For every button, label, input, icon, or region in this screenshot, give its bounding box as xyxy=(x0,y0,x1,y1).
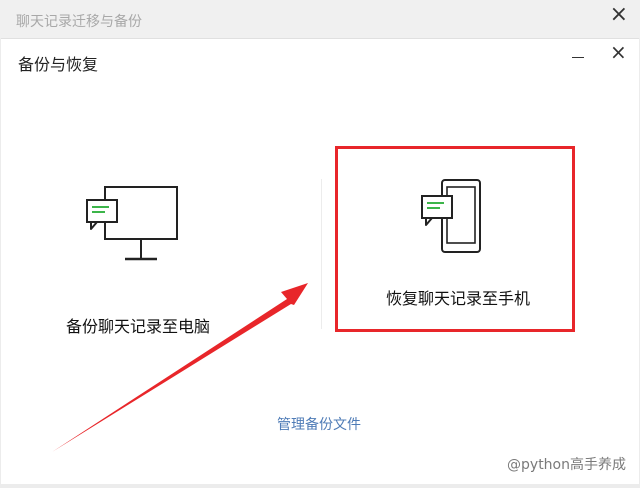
dialog-title: 备份与恢复 xyxy=(18,55,99,74)
restore-to-phone-option[interactable]: 恢复聊天记录至手机 xyxy=(335,146,575,332)
backup-to-pc-label: 备份聊天记录至电脑 xyxy=(66,317,211,336)
manage-backup-files-link[interactable]: 管理备份文件 xyxy=(277,414,361,434)
restore-to-phone-label: 恢复聊天记录至手机 xyxy=(386,289,531,308)
minimize-button[interactable] xyxy=(566,47,590,69)
outer-titlebar: 聊天记录迁移与备份 × xyxy=(0,0,640,38)
outer-close-icon[interactable]: × xyxy=(610,4,628,26)
window-title: 聊天记录迁移与备份 xyxy=(16,14,142,30)
option-divider xyxy=(321,179,322,329)
backup-restore-dialog: 备份与恢复 × 备份聊天记录至电脑 恢复聊天记录至手机 管理备份文件 xyxy=(1,38,639,484)
minimize-icon xyxy=(572,57,584,58)
backup-to-pc-option[interactable]: 备份聊天记录至电脑 xyxy=(41,159,291,359)
watermark: @python高手养成 xyxy=(507,457,626,473)
dialog-close-icon[interactable]: × xyxy=(610,42,627,62)
monitor-chat-icon xyxy=(86,186,178,261)
phone-chat-icon xyxy=(421,179,481,253)
